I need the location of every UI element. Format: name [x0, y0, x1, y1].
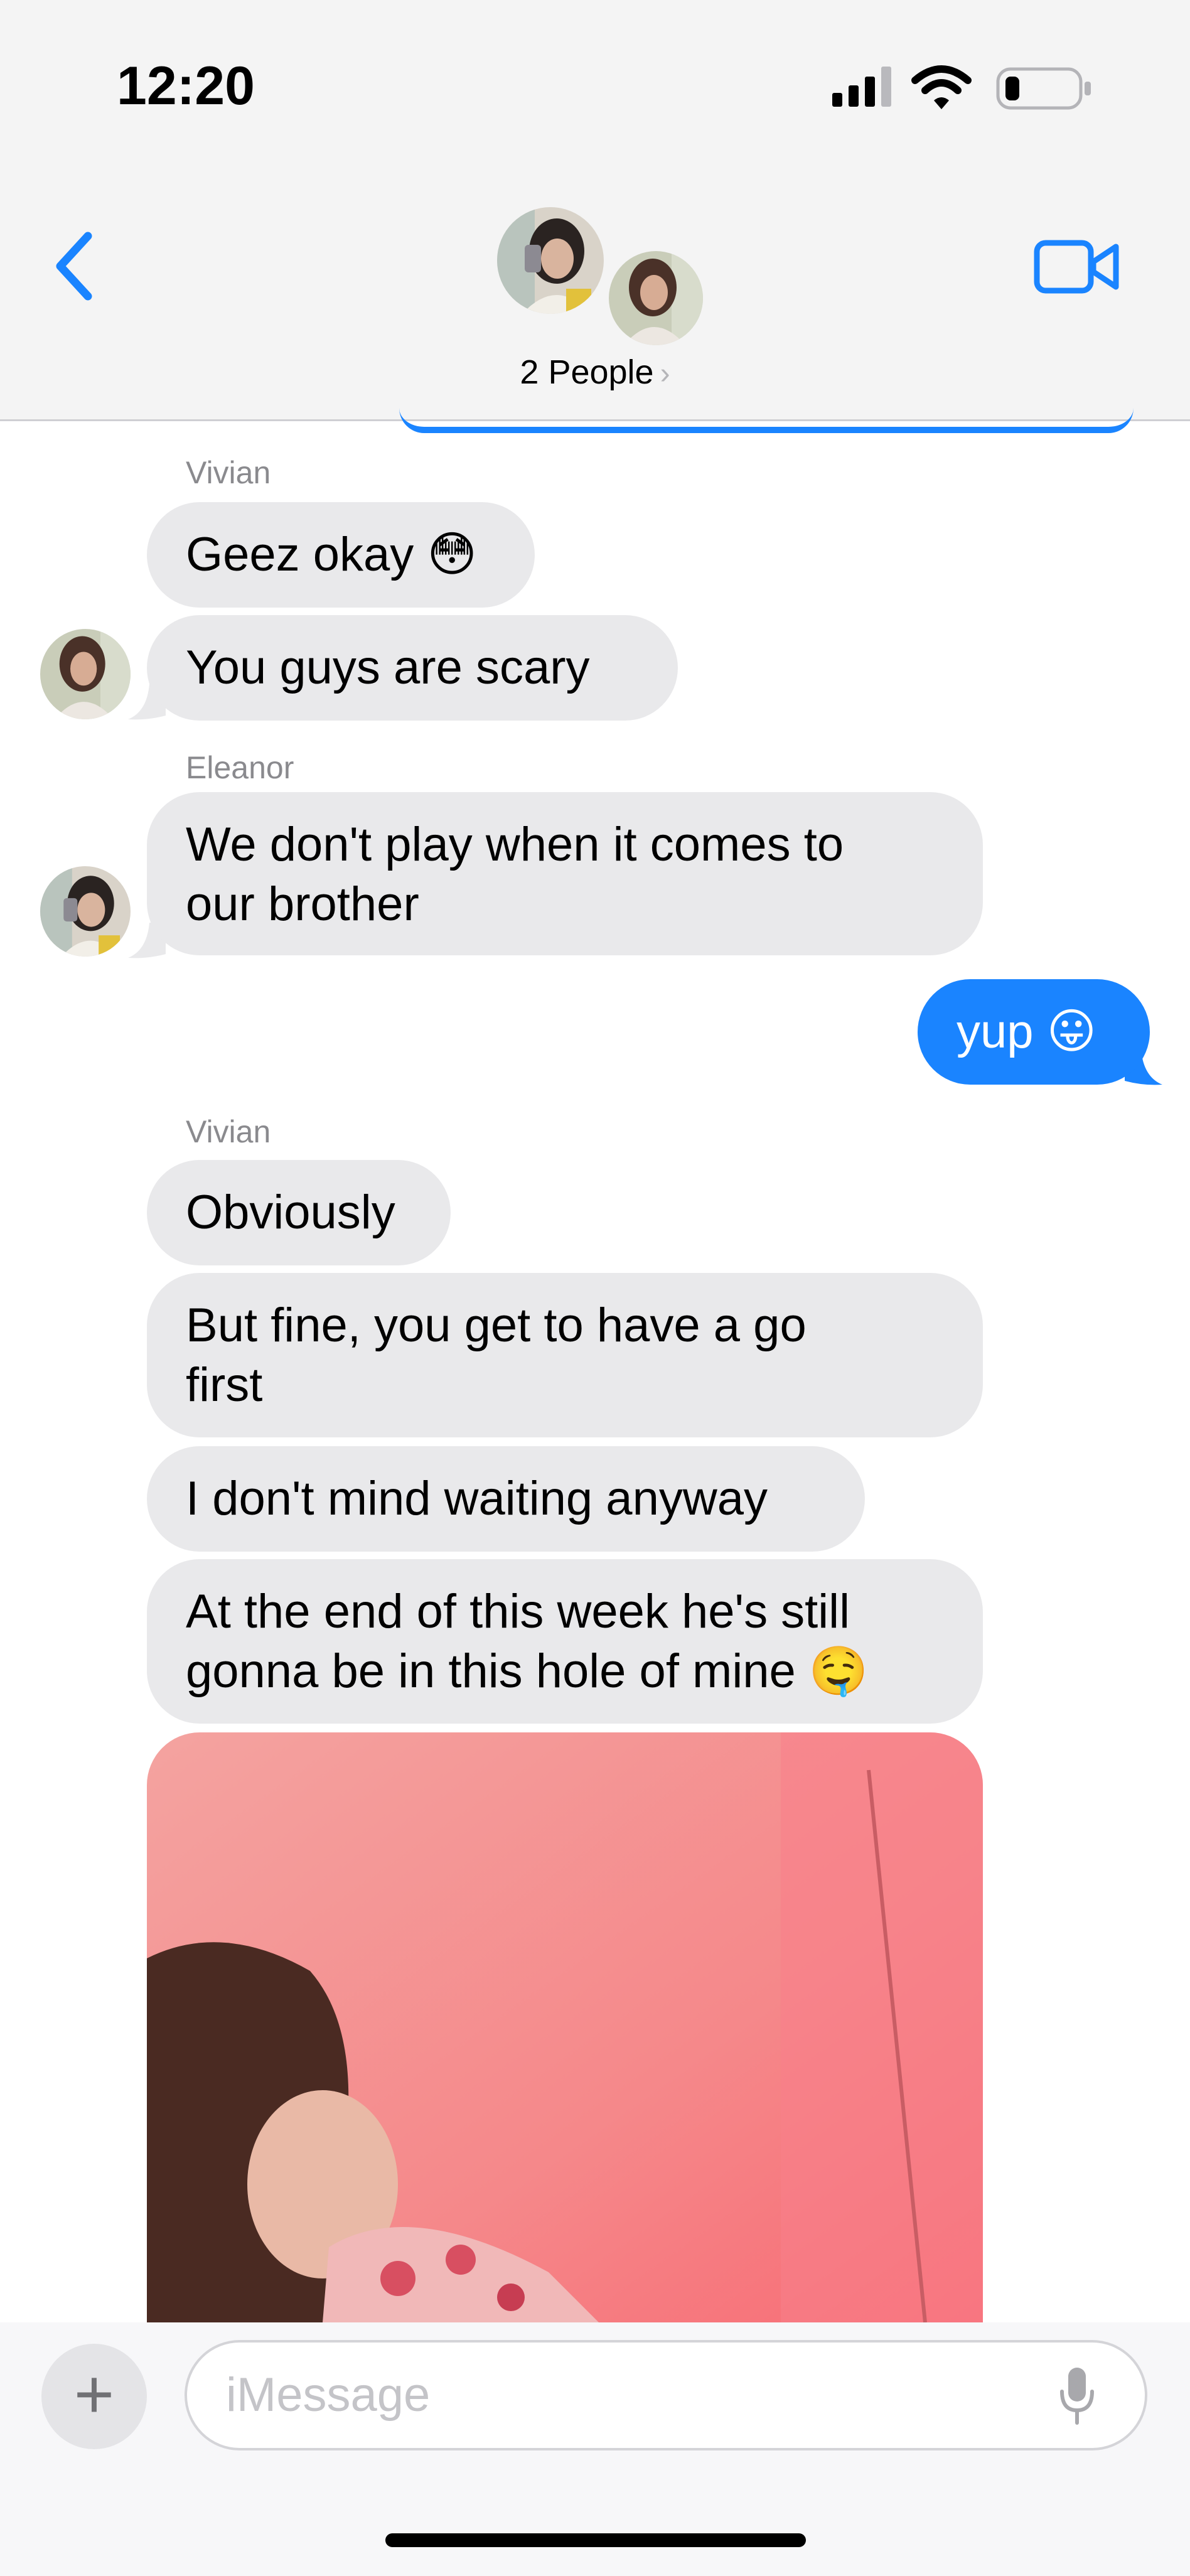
battery-icon — [996, 67, 1091, 110]
microphone-icon[interactable] — [1057, 2365, 1097, 2428]
tongue-emoji: 😛 — [1046, 1005, 1096, 1058]
sender-name: Eleanor — [186, 750, 294, 785]
avatar-vivian — [605, 247, 707, 349]
chevron-right-icon: › — [660, 357, 670, 390]
message-bubble-incoming[interactable]: But fine, you get to have a go first — [147, 1273, 983, 1437]
message-bubble-incoming[interactable]: I don't mind waiting anyway — [147, 1446, 865, 1552]
signal-icon — [832, 67, 891, 107]
people-count-link[interactable]: 2 People › — [0, 353, 1190, 392]
messages-screen: 12:20 2 People › Vivian Geez okay 😳 You … — [0, 0, 1190, 2576]
conversation-header: 12:20 2 People › — [0, 0, 1190, 421]
previous-message-edge — [399, 402, 1134, 433]
message-text-line: We don't play when it comes to — [186, 818, 844, 871]
avatar-eleanor — [497, 207, 604, 314]
message-text: yup — [957, 1005, 1034, 1058]
message-text-line: At the end of this week he's still — [186, 1585, 850, 1638]
home-indicator — [385, 2533, 806, 2547]
plus-icon[interactable]: + — [41, 2344, 147, 2449]
flushed-emoji: 😳 — [427, 528, 477, 581]
video-call-icon[interactable] — [1033, 235, 1121, 298]
message-text: gonna be in this hole of mine — [186, 1645, 796, 1698]
message-text: You guys are scary — [186, 641, 590, 694]
message-bubble-incoming[interactable]: Geez okay 😳 — [147, 502, 535, 608]
message-bubble-incoming[interactable]: We don't play when it comes to our broth… — [147, 792, 983, 955]
message-bubble-incoming[interactable]: Obviously — [147, 1160, 451, 1265]
message-text: I don't mind waiting anyway — [186, 1472, 768, 1525]
wifi-icon — [911, 65, 972, 109]
sender-name: Vivian — [186, 1114, 271, 1149]
message-bubble-incoming[interactable]: At the end of this week he's still gonna… — [147, 1559, 983, 1724]
photo-attachment[interactable] — [147, 1732, 983, 2322]
status-time: 12:20 — [117, 56, 255, 116]
group-avatars[interactable] — [497, 202, 707, 349]
avatar-eleanor[interactable] — [40, 866, 131, 957]
message-bubble-incoming[interactable]: You guys are scary — [147, 615, 678, 721]
message-text: Obviously — [186, 1186, 395, 1239]
message-text-line: our brother — [186, 877, 419, 931]
message-text-line: gonna be in this hole of mine 🤤 — [186, 1641, 944, 1701]
message-input[interactable]: iMessage — [185, 2340, 1147, 2450]
avatar-vivian[interactable] — [40, 629, 131, 719]
back-chevron-icon[interactable] — [46, 226, 103, 308]
message-text: Geez okay — [186, 528, 414, 581]
sender-name: Vivian — [186, 455, 271, 490]
people-label: 2 People — [520, 353, 654, 391]
message-text-line: But fine, you get to have a go — [186, 1299, 807, 1352]
drooling-emoji: 🤤 — [808, 1645, 869, 1698]
message-bubble-outgoing[interactable]: yup 😛 — [918, 979, 1150, 1085]
status-icons — [832, 63, 1096, 116]
message-text-line: first — [186, 1358, 263, 1412]
